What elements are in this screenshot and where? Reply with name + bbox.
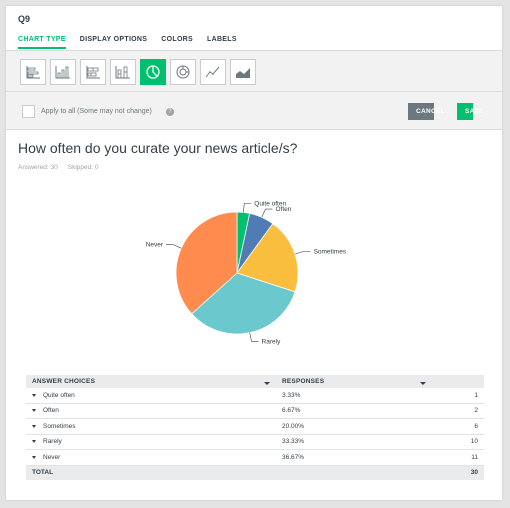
toolbar-divider <box>6 91 502 92</box>
choice-cell: Never <box>26 449 276 466</box>
cancel-button[interactable]: CANCEL <box>408 103 445 120</box>
total-label: TOTAL <box>26 465 276 480</box>
total-value: 30 <box>432 465 484 480</box>
slice-label: Never <box>146 242 164 249</box>
percent-cell: 36.67% <box>276 449 432 466</box>
tab-labels[interactable]: LABELS <box>207 36 237 49</box>
percent-cell: 33.33% <box>276 434 432 450</box>
vertical-bar-button[interactable] <box>50 59 76 85</box>
apply-to-all: Apply to all (Some may not change) ? <box>22 105 174 118</box>
choice-cell: Quite often <box>26 388 276 404</box>
expand-caret-icon[interactable] <box>32 424 36 428</box>
answer-choices-header[interactable]: ANSWER CHOICES <box>26 375 276 388</box>
save-button[interactable]: SAVE <box>457 103 483 120</box>
slice-label: Sometimes <box>314 249 347 256</box>
pie-chart-button[interactable] <box>140 59 166 85</box>
table-row: Quite often 3.33% 1 <box>26 388 484 404</box>
tab-display-options[interactable]: DISPLAY OPTIONS <box>80 36 148 49</box>
skipped-count: Skipped: 0 <box>67 164 99 171</box>
donut-chart-icon <box>176 65 190 79</box>
table-row: Never 36.67% 11 <box>26 449 484 466</box>
line-chart-icon <box>205 66 220 78</box>
sort-caret-icon[interactable] <box>420 382 426 385</box>
pie-chart: Quite oftenOftenSometimesRarelyNever <box>146 201 347 346</box>
horizontal-bar-icon <box>26 66 40 79</box>
percent-cell: 6.67% <box>276 403 432 419</box>
expand-caret-icon[interactable] <box>32 440 36 444</box>
vertical-bar-icon <box>55 66 70 79</box>
table-row: Often 6.67% 2 <box>26 403 484 419</box>
chart-settings-panel: Apply to all (Some may not change) ? CAN… <box>6 50 502 130</box>
stacked-vertical-bar-button[interactable] <box>110 59 136 85</box>
percent-cell: 3.33% <box>276 388 432 404</box>
expand-caret-icon[interactable] <box>32 393 36 397</box>
total-row: TOTAL 30 <box>26 465 484 480</box>
pie-chart-icon <box>146 65 160 79</box>
expand-caret-icon[interactable] <box>32 455 36 459</box>
choice-cell: Sometimes <box>26 418 276 435</box>
apply-to-all-checkbox[interactable] <box>22 105 35 118</box>
leader-line <box>243 203 252 213</box>
count-header <box>432 375 484 388</box>
question-card: Q9 CHART TYPE DISPLAY OPTIONS COLORS LAB… <box>6 6 502 500</box>
table-header-row: ANSWER CHOICES RESPONSES <box>26 375 484 388</box>
tab-colors[interactable]: COLORS <box>161 36 193 49</box>
stacked-vertical-bar-icon <box>115 66 130 79</box>
table-row: Sometimes 20.00% 6 <box>26 418 484 435</box>
tab-chart-type[interactable]: CHART TYPE <box>18 36 66 49</box>
donut-chart-button[interactable] <box>170 59 196 85</box>
table-row: Rarely 33.33% 10 <box>26 434 484 450</box>
slice-label: Rarely <box>262 339 282 346</box>
count-cell: 2 <box>432 403 484 419</box>
stacked-horizontal-bar-button[interactable] <box>80 59 106 85</box>
expand-caret-icon[interactable] <box>32 409 36 413</box>
area-chart-icon <box>236 68 250 78</box>
leader-line <box>294 251 311 255</box>
count-cell: 6 <box>432 418 484 435</box>
responses-table: ANSWER CHOICES RESPONSES Quite often 3.3… <box>26 375 484 480</box>
total-spacer <box>276 465 432 480</box>
count-cell: 11 <box>432 449 484 466</box>
area-chart-button[interactable] <box>230 59 256 85</box>
question-id: Q9 <box>18 14 31 24</box>
sort-caret-icon[interactable] <box>264 382 270 385</box>
leader-line <box>249 332 259 342</box>
question-title: How often do you curate your news articl… <box>18 140 298 156</box>
response-stats: Answered: 30 Skipped: 0 <box>18 164 98 171</box>
leader-line <box>261 208 273 218</box>
leader-line <box>166 244 182 249</box>
stacked-horizontal-bar-icon <box>86 66 100 79</box>
chart-type-selector <box>20 59 256 85</box>
settings-tabs: CHART TYPE DISPLAY OPTIONS COLORS LABELS <box>18 36 237 49</box>
line-chart-button[interactable] <box>200 59 226 85</box>
count-cell: 1 <box>432 388 484 404</box>
horizontal-bar-button[interactable] <box>20 59 46 85</box>
slice-label: Often <box>275 206 291 213</box>
info-icon[interactable]: ? <box>165 107 174 116</box>
choice-cell: Rarely <box>26 434 276 450</box>
choice-cell: Often <box>26 403 276 419</box>
answered-count: Answered: 30 <box>18 164 58 171</box>
count-cell: 10 <box>432 434 484 450</box>
apply-to-all-label: Apply to all (Some may not change) <box>41 108 152 115</box>
responses-header[interactable]: RESPONSES <box>276 375 432 388</box>
percent-cell: 20.00% <box>276 418 432 435</box>
